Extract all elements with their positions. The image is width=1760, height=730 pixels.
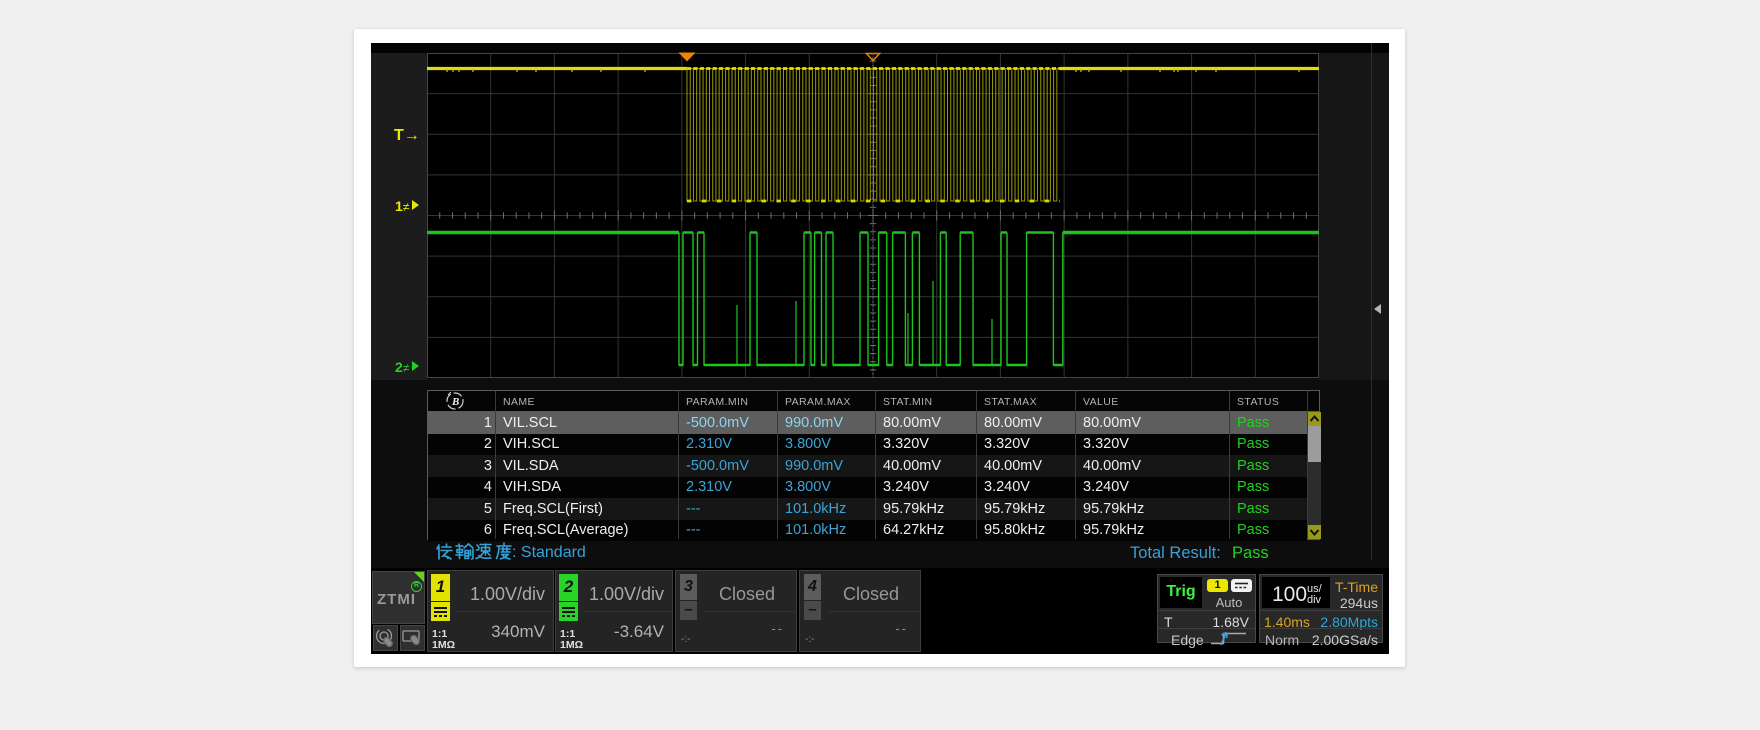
svg-text:B: B [451,396,459,408]
